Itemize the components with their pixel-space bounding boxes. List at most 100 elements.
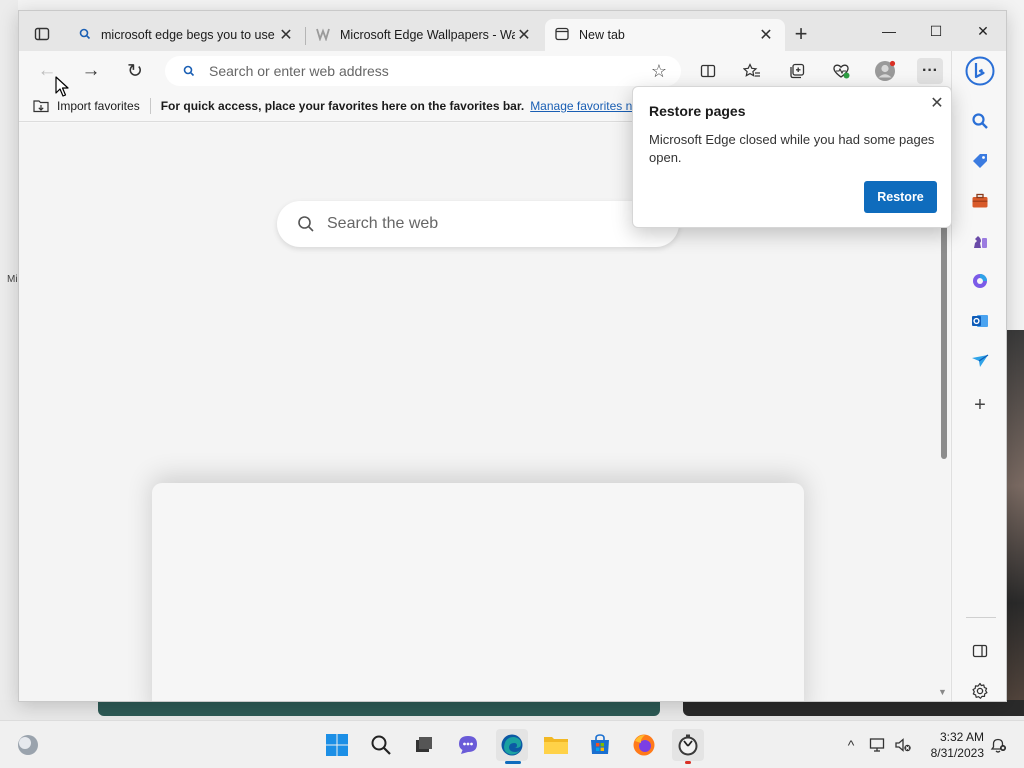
search-icon	[79, 28, 91, 43]
taskbar-clock[interactable]: 3:32 AM 8/31/2023	[922, 729, 984, 761]
tab-search-result[interactable]: microsoft edge begs you to use ✕	[69, 19, 305, 51]
start-button[interactable]	[321, 729, 353, 761]
desktop-left-edge	[0, 0, 18, 720]
favorites-divider	[149, 97, 151, 114]
refresh-button[interactable]: ↻	[121, 57, 149, 85]
import-favorites-label: Import favorites	[57, 98, 140, 113]
favorites-hint-text: For quick access, place your favorites h…	[160, 98, 525, 113]
folder-icon	[544, 737, 568, 754]
notifications-button[interactable]	[988, 735, 1008, 755]
restore-button[interactable]: Restore	[864, 181, 937, 213]
wallpaper-site-icon	[316, 27, 330, 44]
tab-close-button[interactable]: ✕	[515, 26, 533, 44]
timer-app-button[interactable]	[672, 729, 704, 761]
minimize-button[interactable]: —	[866, 17, 912, 45]
browser-essentials-button[interactable]	[828, 58, 854, 84]
split-screen-icon	[700, 64, 716, 78]
edge-running-indicator	[505, 761, 521, 764]
teams-chat-button[interactable]	[452, 729, 484, 761]
dialog-close-button[interactable]: ✕	[927, 93, 947, 113]
bing-copilot-icon	[965, 56, 995, 86]
manage-favorites-link[interactable]: Manage favorites now	[530, 99, 647, 113]
close-window-button[interactable]: ✕	[960, 17, 1006, 45]
file-explorer-button[interactable]	[540, 729, 572, 761]
tab-close-button[interactable]: ✕	[277, 26, 295, 44]
gear-icon	[972, 682, 988, 699]
avatar-icon	[875, 60, 896, 81]
hide-sidebar-button[interactable]	[966, 637, 994, 665]
web-search-box[interactable]	[277, 201, 679, 247]
title-bar: microsoft edge begs you to use ✕ Microso…	[19, 11, 1006, 51]
sidebar-add-button[interactable]: +	[966, 391, 994, 419]
sidebar-office-button[interactable]	[966, 267, 994, 295]
profile-button[interactable]	[872, 58, 898, 84]
scroll-down-arrow-icon[interactable]: ▼	[938, 687, 947, 697]
maximize-button[interactable]: ☐	[913, 17, 959, 45]
tab-edge-wallpapers[interactable]: Microsoft Edge Wallpapers - Wal ✕	[306, 19, 543, 51]
clock-time: 3:32 AM	[939, 730, 984, 744]
background-window-edge-dark	[683, 700, 1024, 716]
sidebar-settings-button[interactable]	[966, 677, 994, 701]
taskbar: ^ 3:32 AM 8/31/2023	[0, 720, 1024, 768]
favorite-star-icon[interactable]: ☆	[651, 61, 667, 82]
new-tab-button[interactable]: +	[789, 23, 813, 47]
edge-sidebar: +	[951, 51, 1006, 701]
split-screen-button[interactable]	[695, 58, 721, 84]
forward-button[interactable]: →	[77, 57, 105, 85]
paper-plane-icon	[972, 354, 989, 367]
chat-icon	[459, 736, 477, 754]
new-tab-page-icon	[555, 27, 569, 44]
bing-chat-button[interactable]	[964, 55, 996, 87]
show-hidden-icons-button[interactable]: ^	[841, 735, 861, 755]
address-input[interactable]	[209, 63, 629, 79]
sidebar-search-button[interactable]	[966, 107, 994, 135]
microsoft-store-button[interactable]	[584, 729, 616, 761]
tab-close-button[interactable]: ✕	[757, 26, 775, 44]
mouse-cursor-icon	[55, 76, 69, 101]
chess-piece-icon	[974, 236, 987, 248]
dialog-message: Microsoft Edge closed while you had some…	[649, 132, 935, 165]
navigation-toolbar: ← → ↻ ☆ ···	[19, 51, 1006, 89]
shopping-tag-icon	[973, 154, 987, 168]
sidebar-drop-button[interactable]	[966, 347, 994, 375]
sidebar-tools-button[interactable]	[966, 187, 994, 215]
import-folder-icon	[33, 99, 49, 112]
task-view-button[interactable]	[408, 729, 440, 761]
office-icon	[973, 274, 987, 288]
sidebar-games-button[interactable]	[966, 227, 994, 255]
sidebar-outlook-button[interactable]	[966, 307, 994, 335]
task-view-icon	[416, 737, 432, 752]
collections-button[interactable]	[784, 58, 810, 84]
firefox-icon	[633, 734, 655, 756]
tab-new-tab[interactable]: New tab ✕	[545, 19, 785, 51]
taskbar-edge-button[interactable]	[496, 729, 528, 761]
address-bar[interactable]: ☆	[165, 56, 681, 86]
network-button[interactable]	[868, 735, 888, 755]
widgets-button[interactable]	[12, 729, 44, 761]
settings-and-more-button[interactable]: ···	[917, 58, 943, 84]
search-icon	[371, 735, 391, 755]
collections-icon	[790, 63, 805, 79]
dialog-title: Restore pages	[649, 103, 746, 119]
notification-bell-icon	[990, 738, 1006, 753]
firefox-button[interactable]	[628, 729, 660, 761]
taskbar-search-button[interactable]	[365, 729, 397, 761]
store-bag-icon	[591, 734, 609, 754]
speaker-muted-icon	[895, 738, 911, 752]
sidebar-shopping-button[interactable]	[966, 147, 994, 175]
tab-title: New tab	[579, 28, 625, 42]
restore-pages-dialog: Restore pages ✕ Microsoft Edge closed wh…	[632, 86, 952, 228]
web-search-input[interactable]	[327, 215, 647, 233]
sidebar-divider	[966, 617, 996, 618]
stopwatch-icon	[678, 734, 698, 756]
favorites-list-icon	[743, 63, 760, 77]
clock-date: 8/31/2023	[930, 746, 984, 760]
search-icon	[183, 65, 195, 77]
import-favorites-button[interactable]: Import favorites	[33, 99, 140, 113]
outlook-icon	[972, 315, 988, 327]
volume-button[interactable]	[893, 735, 913, 755]
timer-running-indicator	[685, 761, 691, 764]
tab-actions-button[interactable]	[31, 23, 53, 45]
favorites-button[interactable]	[739, 58, 765, 84]
heart-pulse-icon	[833, 64, 850, 79]
